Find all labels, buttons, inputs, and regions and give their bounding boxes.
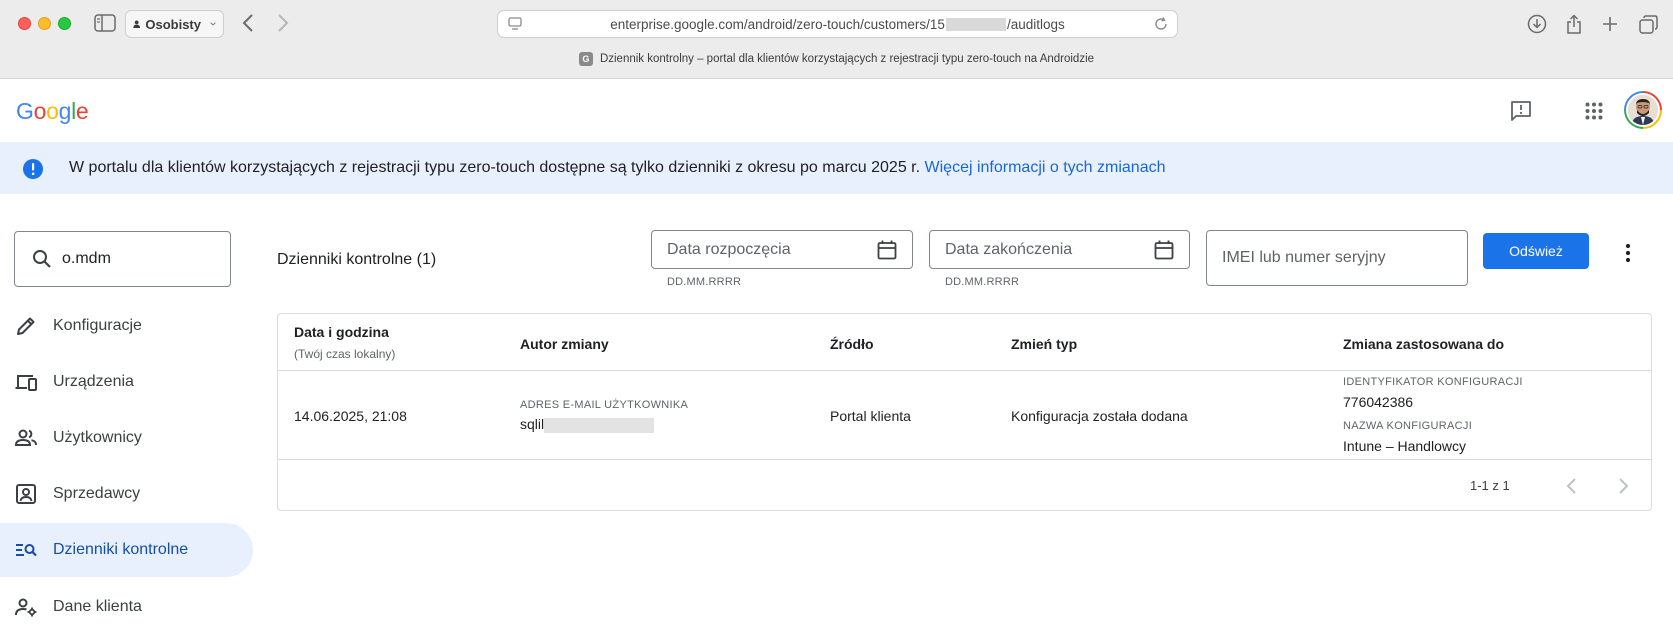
url-suffix: /auditlogs bbox=[1006, 16, 1065, 32]
sidebar-item-urzadzenia[interactable]: Urządzenia bbox=[0, 355, 253, 409]
back-icon[interactable] bbox=[238, 12, 258, 34]
logo-letter: G bbox=[16, 98, 34, 124]
tab-title: Dziennik kontrolny – portal dla klientów… bbox=[599, 53, 1095, 65]
google-logo[interactable]: Google bbox=[16, 98, 89, 125]
cell-config-name-caption: NAZWA KONFIGURACJI bbox=[1343, 420, 1473, 432]
audit-log-icon bbox=[16, 544, 37, 557]
page-title: Dzienniki kontrolne (1) bbox=[277, 251, 437, 268]
row-divider bbox=[278, 459, 1651, 460]
minimize-window-button[interactable] bbox=[38, 17, 51, 30]
sidebar-item-label: Użytkownicy bbox=[53, 429, 142, 446]
new-tab-icon[interactable] bbox=[1598, 12, 1622, 36]
close-window-button[interactable] bbox=[18, 17, 31, 30]
column-header-applied-to[interactable]: Zmiana zastosowana do bbox=[1343, 336, 1504, 352]
end-date-hint: DD.MM.RRRR bbox=[945, 276, 1020, 288]
previous-page-icon[interactable] bbox=[1562, 476, 1582, 496]
sidebar-item-dzienniki-kontrolne[interactable]: Dzienniki kontrolne bbox=[0, 523, 253, 577]
info-banner: W portalu dla klientów korzystających z … bbox=[0, 142, 1673, 194]
end-date-placeholder: Data zakończenia bbox=[945, 241, 1073, 258]
person-icon bbox=[133, 20, 141, 29]
reseller-icon bbox=[16, 484, 36, 504]
start-date-field[interactable]: Data rozpoczęcia bbox=[651, 230, 913, 269]
logo-letter: o bbox=[33, 98, 47, 124]
logo-letter: e bbox=[75, 98, 89, 124]
column-header-datetime-sub: (Twój czas lokalny) bbox=[294, 347, 396, 361]
cell-author-value: sqlil bbox=[520, 416, 545, 432]
column-header-author[interactable]: Autor zmiany bbox=[520, 336, 609, 352]
column-header-datetime[interactable]: Data i godzina bbox=[294, 324, 389, 340]
calendar-icon[interactable] bbox=[1154, 240, 1174, 260]
customer-settings-icon bbox=[15, 598, 37, 617]
address-bar[interactable]: enterprise.google.com/android/zero-touch… bbox=[497, 10, 1178, 38]
search-icon bbox=[33, 250, 51, 268]
cell-config-id: 776042386 bbox=[1343, 394, 1414, 410]
cell-author-row: sqlil bbox=[520, 416, 655, 433]
sidebar-toggle-icon[interactable] bbox=[92, 12, 118, 34]
cell-change-type: Konfiguracja została dodana bbox=[1011, 408, 1188, 424]
devices-icon bbox=[15, 375, 37, 391]
sidebar-item-label: Konfiguracje bbox=[53, 317, 142, 334]
sidebar-item-konfiguracje[interactable]: Konfiguracje bbox=[0, 299, 253, 353]
more-options-icon[interactable] bbox=[1616, 241, 1640, 265]
sidebar-item-label: Sprzedawcy bbox=[53, 485, 141, 502]
sidebar-item-label: Dane klienta bbox=[53, 598, 142, 615]
start-date-placeholder: Data rozpoczęcia bbox=[667, 241, 791, 258]
column-header-change-type[interactable]: Zmień typ bbox=[1011, 336, 1077, 352]
profile-selector[interactable]: Osobisty bbox=[125, 10, 224, 38]
redacted-email bbox=[544, 417, 655, 433]
refresh-button[interactable]: Odśwież bbox=[1483, 233, 1589, 269]
audit-log-table: Data i godzina (Twój czas lokalny) Autor… bbox=[277, 313, 1652, 511]
apps-grid-icon[interactable] bbox=[1580, 97, 1608, 125]
logo-letter: o bbox=[46, 98, 59, 124]
info-icon bbox=[23, 159, 43, 179]
sidebar-item-dane-klienta[interactable]: Dane klienta bbox=[0, 580, 253, 634]
pagination-label: 1-1 z 1 bbox=[1470, 478, 1510, 493]
column-header-source[interactable]: Źródło bbox=[830, 336, 874, 352]
cell-author-caption: ADRES E-MAIL UŻYTKOWNIKA bbox=[520, 399, 689, 411]
imei-placeholder: IMEI lub numer seryjny bbox=[1222, 249, 1386, 266]
end-date-field[interactable]: Data zakończenia bbox=[929, 230, 1190, 269]
sidebar-search-field[interactable]: o.mdm bbox=[14, 231, 231, 287]
zoom-window-button[interactable] bbox=[58, 17, 71, 30]
reload-icon[interactable] bbox=[1153, 16, 1169, 32]
pencil-icon bbox=[17, 317, 35, 335]
avatar[interactable] bbox=[1624, 91, 1662, 129]
browser-chrome: Osobisty enterprise.google.com/android/z… bbox=[0, 0, 1673, 79]
chevron-down-icon bbox=[210, 22, 216, 26]
cell-datetime: 14.06.2025, 21:08 bbox=[294, 408, 407, 424]
tab-overview-icon[interactable] bbox=[1636, 12, 1660, 36]
sidebar-item-label: Dzienniki kontrolne bbox=[53, 541, 189, 558]
start-date-hint: DD.MM.RRRR bbox=[667, 276, 742, 288]
site-info-icon bbox=[508, 17, 522, 30]
header-divider bbox=[278, 370, 1651, 371]
profile-label: Osobisty bbox=[145, 16, 201, 32]
url-prefix: enterprise.google.com/android/zero-touch… bbox=[610, 16, 945, 32]
sidebar-item-uzytkownicy[interactable]: Użytkownicy bbox=[0, 411, 253, 465]
imei-serial-field[interactable]: IMEI lub numer seryjny bbox=[1206, 230, 1468, 286]
app-header: Google bbox=[0, 80, 1673, 142]
share-icon[interactable] bbox=[1562, 12, 1586, 36]
feedback-icon[interactable] bbox=[1507, 97, 1535, 125]
logo-letter: g bbox=[58, 98, 72, 124]
search-input-value[interactable]: o.mdm bbox=[62, 250, 111, 268]
calendar-icon[interactable] bbox=[877, 240, 897, 260]
cell-config-name: Intune – Handlowcy bbox=[1343, 438, 1466, 454]
banner-more-info-link[interactable]: Więcej informacji o tych zmianach bbox=[925, 159, 1166, 176]
redacted-url-segment bbox=[945, 17, 1006, 31]
active-tab[interactable]: G Dziennik kontrolny – portal dla klient… bbox=[0, 52, 1673, 66]
avatar-image bbox=[1626, 93, 1660, 127]
users-icon bbox=[14, 429, 37, 446]
downloads-icon[interactable] bbox=[1525, 12, 1549, 36]
banner-message-row: W portalu dla klientów korzystających z … bbox=[69, 159, 1165, 177]
sidebar-item-sprzedawcy[interactable]: Sprzedawcy bbox=[0, 467, 253, 521]
banner-message: W portalu dla klientów korzystających z … bbox=[69, 159, 921, 176]
forward-icon[interactable] bbox=[273, 12, 293, 34]
cell-config-id-caption: IDENTYFIKATOR KONFIGURACJI bbox=[1343, 376, 1523, 388]
tab-favicon: G bbox=[578, 52, 593, 66]
cell-source: Portal klienta bbox=[830, 408, 911, 424]
sidebar-item-label: Urządzenia bbox=[53, 373, 134, 390]
next-page-icon[interactable] bbox=[1613, 476, 1633, 496]
